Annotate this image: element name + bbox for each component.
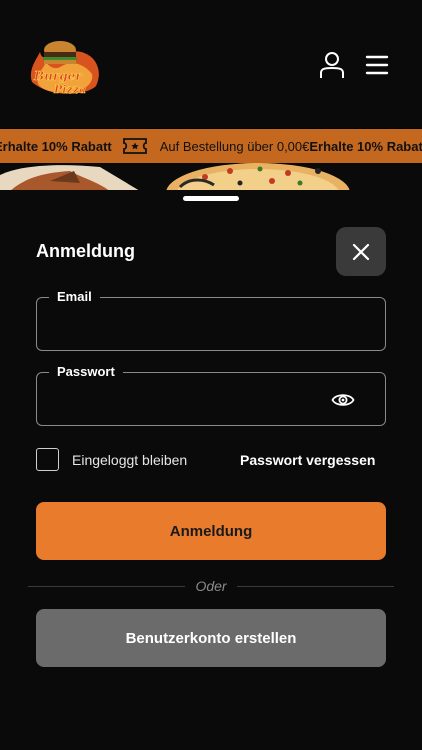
create-account-button[interactable]: Benutzerkonto erstellen bbox=[36, 609, 386, 667]
remember-me-label: Eingeloggt bleiben bbox=[72, 451, 188, 468]
password-label: Passwort bbox=[49, 364, 123, 380]
create-account-label: Benutzerkonto erstellen bbox=[125, 629, 297, 647]
burger-pizza-logo[interactable]: Burger Pizza bbox=[26, 30, 104, 100]
divider: Oder bbox=[0, 578, 422, 596]
svg-text:Pizza: Pizza bbox=[53, 83, 86, 96]
remember-me-row[interactable]: Eingeloggt bleiben bbox=[36, 448, 187, 471]
forgot-password-link[interactable]: Passwort vergessen bbox=[240, 452, 375, 468]
user-icon[interactable] bbox=[318, 51, 346, 79]
ticket-icon bbox=[122, 138, 147, 154]
show-password-eye-icon[interactable] bbox=[331, 390, 355, 410]
email-label: Email bbox=[49, 289, 100, 305]
promo-ticker: Erhalte 10% Rabatt Auf Bestellung über 0… bbox=[0, 129, 422, 163]
ticker-offer-text: Auf Bestellung über 0,00€ bbox=[159, 138, 310, 154]
close-button[interactable] bbox=[336, 227, 386, 276]
password-field[interactable]: Passwort bbox=[36, 364, 386, 426]
email-field[interactable]: Email bbox=[36, 289, 386, 351]
food-image bbox=[0, 163, 350, 191]
ticker-promo-text: Erhalte 10% Rabatt bbox=[0, 138, 112, 154]
divider-label: Oder bbox=[185, 578, 237, 594]
ticker-promo-text-repeat: Erhalte 10% Rabatt bbox=[309, 138, 422, 154]
login-title: Anmeldung bbox=[36, 241, 135, 261]
close-icon bbox=[352, 243, 370, 260]
remember-me-checkbox[interactable] bbox=[36, 448, 59, 471]
app-header: Burger Pizza bbox=[0, 0, 422, 128]
login-submit-label: Anmeldung bbox=[169, 522, 253, 540]
svg-text:Burger: Burger bbox=[33, 69, 83, 83]
password-input[interactable] bbox=[49, 387, 319, 411]
login-bottom-sheet: Anmeldung Email Passwort Eingeloggt blei… bbox=[0, 190, 422, 750]
food-banner-image bbox=[0, 163, 422, 191]
login-submit-button[interactable]: Anmeldung bbox=[36, 502, 386, 560]
hamburger-menu-icon[interactable] bbox=[363, 54, 391, 76]
sheet-drag-handle[interactable] bbox=[183, 196, 239, 201]
email-input[interactable] bbox=[49, 312, 319, 336]
